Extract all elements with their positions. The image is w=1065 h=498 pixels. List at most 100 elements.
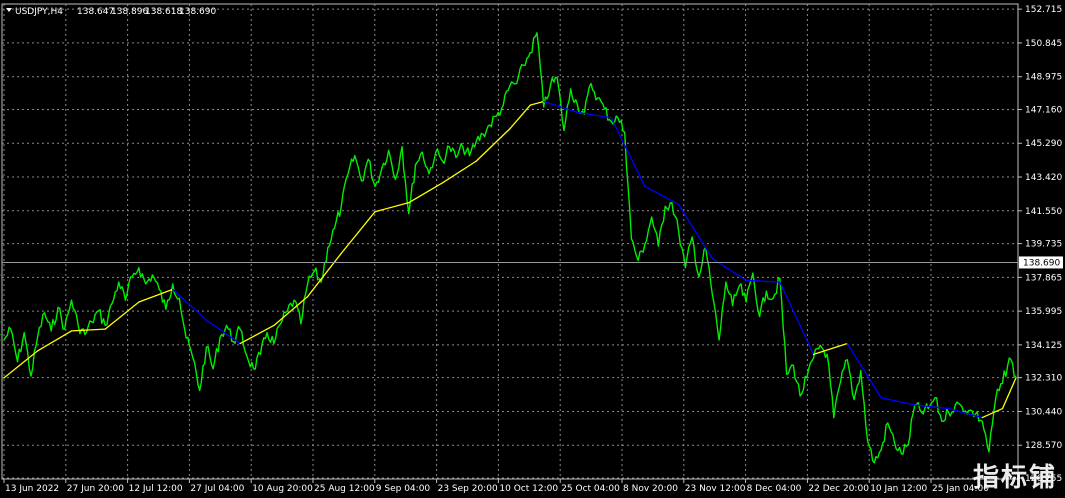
price-point	[408, 212, 410, 215]
price-point	[165, 308, 167, 310]
price-point	[374, 185, 376, 188]
price-point	[387, 149, 390, 151]
price-point	[111, 303, 113, 305]
price-point	[624, 131, 626, 133]
ohlc-close: 138.690	[179, 7, 216, 17]
y-tick-label: 139.735	[1025, 240, 1062, 250]
price-point	[846, 359, 848, 361]
price-point	[212, 368, 214, 370]
y-tick-label: 145.290	[1025, 139, 1062, 149]
price-point	[522, 64, 525, 67]
price-point	[266, 332, 268, 334]
price-point	[327, 247, 329, 249]
y-tick-label: 134.125	[1025, 341, 1062, 351]
price-point	[718, 339, 720, 341]
price-point	[77, 324, 79, 327]
price-point	[401, 146, 403, 148]
price-point	[981, 420, 983, 422]
price-point	[340, 205, 342, 207]
price-point	[1015, 375, 1017, 377]
price-point	[590, 82, 592, 85]
price-point	[711, 294, 714, 296]
price-point	[448, 146, 450, 148]
price-point	[752, 272, 754, 274]
price-point	[819, 344, 821, 346]
price-point	[698, 276, 700, 278]
price-point	[880, 449, 882, 451]
price-point	[151, 274, 154, 276]
x-tick-label: 13 Jun 2022	[5, 484, 59, 494]
x-tick-label: 8 Dec 04:00	[747, 484, 802, 494]
x-tick-label: 12 Jul 12:00	[129, 484, 183, 494]
price-point	[199, 389, 201, 392]
price-point	[333, 227, 336, 229]
price-point	[968, 409, 970, 411]
price-point	[178, 297, 181, 299]
price-point	[516, 82, 518, 85]
price-point	[3, 339, 5, 341]
price-point	[779, 277, 781, 280]
price-point	[920, 411, 923, 413]
y-tick-label: 128.570	[1025, 441, 1062, 451]
price-point	[475, 140, 477, 142]
price-point	[421, 151, 423, 153]
y-tick-label: 148.975	[1025, 73, 1062, 83]
price-point	[786, 373, 788, 375]
x-tick-label: 25 Aug 12:00	[314, 484, 375, 494]
price-point	[10, 328, 12, 330]
price-point	[988, 451, 990, 453]
price-point	[907, 444, 909, 446]
y-tick-label: 143.420	[1025, 173, 1062, 183]
price-point	[738, 285, 740, 287]
price-point	[84, 333, 86, 336]
price-point	[934, 397, 936, 399]
watermark-logo: 指标铺	[972, 463, 1057, 493]
x-tick-label: 10 Jan 12:00	[870, 484, 927, 494]
price-point	[671, 202, 673, 204]
price-point	[104, 324, 106, 327]
price-point	[873, 462, 875, 464]
chart-background	[0, 0, 1065, 498]
price-point	[941, 420, 943, 422]
price-point	[91, 321, 93, 323]
price-point	[826, 353, 828, 355]
price-point	[232, 341, 234, 343]
price-point	[64, 328, 66, 330]
price-point	[50, 330, 52, 332]
price-point	[839, 380, 842, 383]
price-point	[219, 337, 221, 339]
price-point	[893, 442, 896, 444]
price-point	[745, 301, 747, 303]
price-point	[1008, 357, 1010, 359]
price-point	[887, 422, 889, 424]
price-point	[529, 52, 531, 54]
price-point	[610, 120, 612, 122]
price-point	[131, 276, 133, 278]
price-point	[37, 335, 39, 337]
ohlc-low: 138.618	[145, 7, 182, 17]
price-point	[226, 324, 228, 327]
price-point	[853, 398, 855, 401]
price-point	[360, 180, 363, 182]
x-tick-label: 23 Nov 12:00	[685, 484, 746, 494]
price-point	[145, 283, 147, 285]
price-chart[interactable]: 152.715 150.845 148.975 147.160 145.290 143.4…	[0, 0, 1065, 498]
price-point	[320, 281, 322, 283]
price-point	[57, 306, 59, 309]
price-point	[300, 323, 302, 325]
price-point	[354, 155, 356, 157]
price-point	[637, 259, 639, 262]
price-point	[927, 407, 929, 410]
price-point	[799, 395, 801, 397]
price-point	[246, 355, 248, 357]
x-tick-label: 22 Dec 20:00	[808, 484, 869, 494]
price-point	[489, 124, 491, 126]
price-point	[549, 84, 552, 86]
price-point	[509, 84, 511, 86]
price-point	[651, 216, 653, 218]
price-point	[172, 283, 174, 285]
price-point	[205, 346, 207, 348]
price-point	[280, 323, 282, 325]
price-point	[16, 361, 19, 363]
price-point	[293, 299, 295, 301]
